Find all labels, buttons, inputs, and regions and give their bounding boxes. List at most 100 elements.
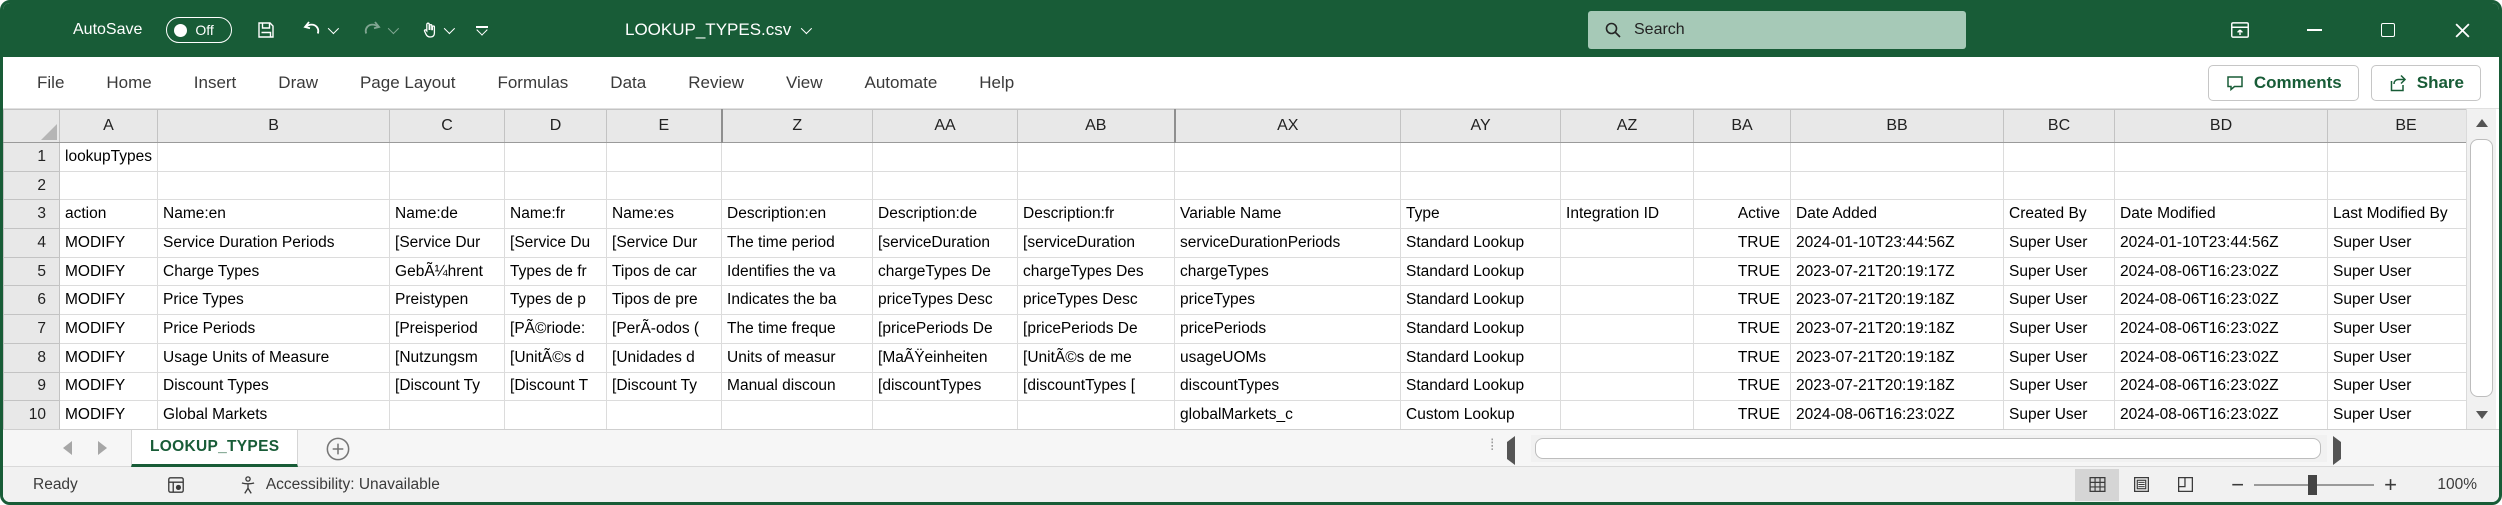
cell-E9[interactable]: [Discount Ty (606, 371, 723, 402)
row-header-3[interactable]: 3 (3, 199, 60, 230)
tab-help[interactable]: Help (967, 67, 1026, 99)
cell-E5[interactable]: Tipos de car (606, 256, 723, 287)
cell-AZ1[interactable] (1560, 142, 1695, 172)
cell-AA6[interactable]: priceTypes Desc (872, 285, 1019, 316)
cell-C4[interactable]: [Service Dur (389, 228, 506, 258)
cell-D10[interactable] (504, 400, 608, 430)
cell-E3[interactable]: Name:es (606, 199, 723, 230)
cell-AX9[interactable]: discountTypes (1174, 371, 1402, 402)
cell-AA2[interactable] (872, 170, 1019, 201)
cell-BB1[interactable] (1790, 142, 2005, 172)
zoom-in-button[interactable]: + (2374, 472, 2407, 498)
cell-E4[interactable]: [Service Dur (606, 228, 723, 258)
cell-BB5[interactable]: 2023-07-21T20:19:17Z (1790, 256, 2005, 287)
cell-BB7[interactable]: 2023-07-21T20:19:18Z (1790, 314, 2005, 344)
macro-record-button[interactable] (166, 475, 186, 495)
cell-AA3[interactable]: Description:de (872, 199, 1019, 230)
cell-A9[interactable]: MODIFY (58, 371, 159, 402)
cell-AY8[interactable]: Standard Lookup (1400, 342, 1562, 373)
sheet-nav-previous-icon[interactable] (63, 441, 72, 455)
cell-BA7[interactable]: TRUE (1693, 314, 1792, 344)
cell-BC2[interactable] (2003, 170, 2116, 201)
column-header-A[interactable]: A (58, 109, 159, 143)
cell-BB3[interactable]: Date Added (1790, 199, 2005, 230)
cell-AX2[interactable] (1174, 170, 1402, 201)
cell-AZ8[interactable] (1560, 342, 1695, 373)
cell-B2[interactable] (157, 170, 391, 201)
cell-AA4[interactable]: [serviceDuration (872, 228, 1019, 258)
cell-BD7[interactable]: 2024-08-06T16:23:02Z (2114, 314, 2329, 344)
zoom-slider[interactable] (2254, 469, 2375, 501)
share-button[interactable]: Share (2370, 65, 2481, 101)
tab-data[interactable]: Data (598, 67, 658, 99)
cell-BD1[interactable] (2114, 142, 2329, 172)
scroll-left-button[interactable] (1507, 436, 1515, 465)
cell-C8[interactable]: [Nutzungsm (389, 342, 506, 373)
save-button[interactable] (256, 20, 276, 40)
cell-AZ2[interactable] (1560, 170, 1695, 201)
vertical-scrollbar-thumb[interactable] (2470, 139, 2493, 397)
cell-AX6[interactable]: priceTypes (1174, 285, 1402, 316)
cell-BD10[interactable]: 2024-08-06T16:23:02Z (2114, 400, 2329, 430)
cell-BE4[interactable]: Super User (2327, 228, 2486, 258)
cell-AB6[interactable]: priceTypes Desc (1017, 285, 1176, 316)
cell-BD4[interactable]: 2024-01-10T23:44:56Z (2114, 228, 2329, 258)
cell-BE9[interactable]: Super User (2327, 371, 2486, 402)
cell-E7[interactable]: [PerÃ-odos ( (606, 314, 723, 344)
row-header-1[interactable]: 1 (3, 142, 60, 172)
scroll-right-button[interactable] (2333, 436, 2341, 465)
cell-BD5[interactable]: 2024-08-06T16:23:02Z (2114, 256, 2329, 287)
cell-BB8[interactable]: 2023-07-21T20:19:18Z (1790, 342, 2005, 373)
redo-dropdown-chevron-icon[interactable] (388, 22, 400, 35)
cell-BA6[interactable]: TRUE (1693, 285, 1792, 316)
cell-AX5[interactable]: chargeTypes (1174, 256, 1402, 287)
cell-C6[interactable]: Preistypen (389, 285, 506, 316)
tab-page-layout[interactable]: Page Layout (348, 67, 467, 99)
column-header-BA[interactable]: BA (1693, 109, 1792, 143)
cell-AY10[interactable]: Custom Lookup (1400, 400, 1562, 430)
cell-AB7[interactable]: [pricePeriods De (1017, 314, 1176, 344)
cell-D5[interactable]: Types de fr (504, 256, 608, 287)
cell-AZ10[interactable] (1560, 400, 1695, 430)
cell-Z1[interactable] (721, 142, 874, 172)
normal-view-button[interactable] (2075, 468, 2120, 501)
cell-BB9[interactable]: 2023-07-21T20:19:18Z (1790, 371, 2005, 402)
cell-AA8[interactable]: [MaÃŸeinheiten (872, 342, 1019, 373)
cell-BA10[interactable]: TRUE (1693, 400, 1792, 430)
cell-BA5[interactable]: TRUE (1693, 256, 1792, 287)
customize-quick-access-button[interactable] (476, 24, 489, 36)
cell-BE2[interactable] (2327, 170, 2486, 201)
column-header-AY[interactable]: AY (1400, 109, 1562, 143)
undo-button[interactable] (300, 19, 340, 41)
touch-mode-button[interactable] (420, 20, 456, 40)
cell-A6[interactable]: MODIFY (58, 285, 159, 316)
cell-AY1[interactable] (1400, 142, 1562, 172)
row-header-5[interactable]: 5 (3, 256, 60, 287)
tab-formulas[interactable]: Formulas (485, 67, 580, 99)
cell-D4[interactable]: [Service Du (504, 228, 608, 258)
cell-B7[interactable]: Price Periods (157, 314, 391, 344)
cell-AX7[interactable]: pricePeriods (1174, 314, 1402, 344)
cell-B4[interactable]: Service Duration Periods (157, 228, 391, 258)
column-header-AX[interactable]: AX (1173, 109, 1402, 143)
cell-AA5[interactable]: chargeTypes De (872, 256, 1019, 287)
horizontal-scrollbar-thumb[interactable] (1535, 438, 2321, 459)
cell-AB10[interactable] (1017, 400, 1176, 430)
cell-A7[interactable]: MODIFY (58, 314, 159, 344)
cell-C1[interactable] (389, 142, 506, 172)
column-header-B[interactable]: B (157, 109, 391, 143)
cell-BB4[interactable]: 2024-01-10T23:44:56Z (1790, 228, 2005, 258)
cell-Z5[interactable]: Identifies the va (721, 256, 874, 287)
cell-B8[interactable]: Usage Units of Measure (157, 342, 391, 373)
cell-BE8[interactable]: Super User (2327, 342, 2486, 373)
column-header-Z[interactable]: Z (720, 109, 874, 143)
cell-BE3[interactable]: Last Modified By (2327, 199, 2486, 230)
row-header-6[interactable]: 6 (3, 285, 60, 316)
cell-A3[interactable]: action (58, 199, 159, 230)
column-header-D[interactable]: D (504, 109, 608, 143)
cell-B3[interactable]: Name:en (157, 199, 391, 230)
tab-draw[interactable]: Draw (266, 67, 330, 99)
cell-A10[interactable]: MODIFY (58, 400, 159, 430)
cell-AZ6[interactable] (1560, 285, 1695, 316)
cell-AZ5[interactable] (1560, 256, 1695, 287)
